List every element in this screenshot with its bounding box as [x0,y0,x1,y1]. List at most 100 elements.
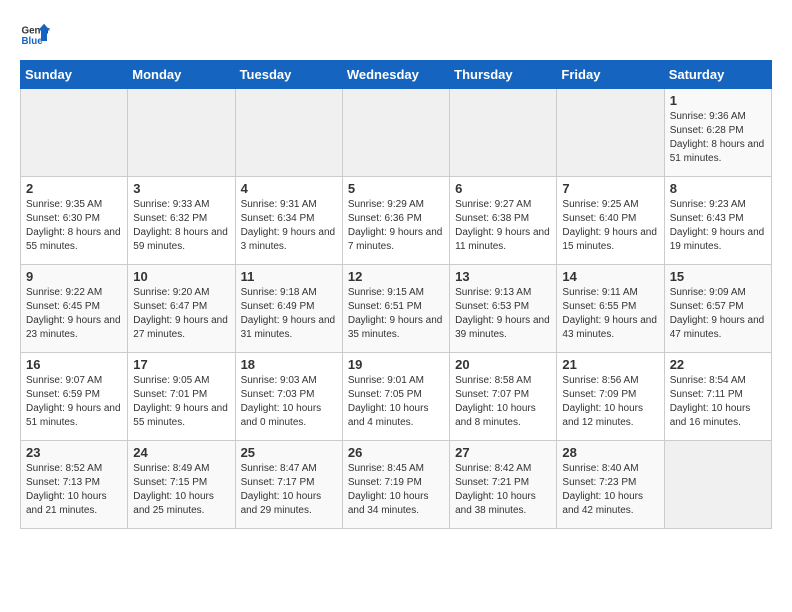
day-info: Sunrise: 9:22 AMSunset: 6:45 PMDaylight:… [26,286,122,342]
day-number: 28 [562,445,658,460]
day-number: 21 [562,357,658,372]
calendar-cell: 23Sunrise: 8:52 AMSunset: 7:13 PMDayligh… [21,441,128,529]
day-info: Sunrise: 8:49 AMSunset: 7:15 PMDaylight:… [133,462,229,518]
calendar-cell: 11 Sunrise: 9:18 AMSunset: 6:49 PMDayligh… [235,265,342,353]
weekday-header-wednesday: Wednesday [342,61,449,89]
day-number: 5 [348,181,444,196]
day-number: 15 [670,269,766,284]
calendar-cell: 8 Sunrise: 9:23 AMSunset: 6:43 PMDaylight… [664,177,771,265]
day-number: 19 [348,357,444,372]
day-info: Sunrise: 9:09 AMSunset: 6:57 PMDaylight:… [670,286,766,342]
calendar-cell: 18 Sunrise: 9:03 AMSunset: 7:03 PMDayligh… [235,353,342,441]
week-row-2: 2 Sunrise: 9:35 AMSunset: 6:30 PMDaylight… [21,177,772,265]
calendar-cell [557,89,664,177]
calendar-cell: 7 Sunrise: 9:25 AMSunset: 6:40 PMDaylight… [557,177,664,265]
calendar-cell: 4 Sunrise: 9:31 AMSunset: 6:34 PMDaylight… [235,177,342,265]
page-header: General Blue [20,20,772,50]
day-number: 3 [133,181,229,196]
day-info: Sunrise: 9:27 AMSunset: 6:38 PMDaylight:… [455,198,551,254]
calendar-cell: 5 Sunrise: 9:29 AMSunset: 6:36 PMDaylight… [342,177,449,265]
day-info: Sunrise: 9:20 AMSunset: 6:47 PMDaylight:… [133,286,229,342]
day-number: 1 [670,93,766,108]
calendar-cell: 10 Sunrise: 9:20 AMSunset: 6:47 PMDayligh… [128,265,235,353]
calendar-cell: 19 Sunrise: 9:01 AMSunset: 7:05 PMDayligh… [342,353,449,441]
week-row-4: 16 Sunrise: 9:07 AMSunset: 6:59 PMDayligh… [21,353,772,441]
calendar-cell: 28 Sunrise: 8:40 AMSunset: 7:23 PMDayligh… [557,441,664,529]
calendar-cell: 15 Sunrise: 9:09 AMSunset: 6:57 PMDayligh… [664,265,771,353]
calendar-cell: 24 Sunrise: 8:49 AMSunset: 7:15 PMDayligh… [128,441,235,529]
weekday-header-row: SundayMondayTuesdayWednesdayThursdayFrid… [21,61,772,89]
day-info: Sunrise: 9:11 AMSunset: 6:55 PMDaylight:… [562,286,658,342]
svg-text:Blue: Blue [22,36,44,47]
day-number: 22 [670,357,766,372]
weekday-header-sunday: Sunday [21,61,128,89]
day-info: Sunrise: 9:13 AMSunset: 6:53 PMDaylight:… [455,286,551,342]
week-row-3: 9 Sunrise: 9:22 AMSunset: 6:45 PMDaylight… [21,265,772,353]
day-number: 2 [26,181,122,196]
calendar-cell: 20 Sunrise: 8:58 AMSunset: 7:07 PMDayligh… [450,353,557,441]
calendar-cell: 6 Sunrise: 9:27 AMSunset: 6:38 PMDaylight… [450,177,557,265]
calendar-cell: 3 Sunrise: 9:33 AMSunset: 6:32 PMDaylight… [128,177,235,265]
day-info: Sunrise: 8:45 AMSunset: 7:19 PMDaylight:… [348,462,444,518]
day-number: 25 [241,445,337,460]
week-row-5: 23Sunrise: 8:52 AMSunset: 7:13 PMDayligh… [21,441,772,529]
week-row-1: 1 Sunrise: 9:36 AMSunset: 6:28 PMDaylight… [21,89,772,177]
day-number: 8 [670,181,766,196]
day-info: Sunrise: 9:15 AMSunset: 6:51 PMDaylight:… [348,286,444,342]
calendar-cell: 1 Sunrise: 9:36 AMSunset: 6:28 PMDaylight… [664,89,771,177]
calendar-cell: 21 Sunrise: 8:56 AMSunset: 7:09 PMDayligh… [557,353,664,441]
calendar-cell: 12 Sunrise: 9:15 AMSunset: 6:51 PMDayligh… [342,265,449,353]
calendar-cell: 27 Sunrise: 8:42 AMSunset: 7:21 PMDayligh… [450,441,557,529]
weekday-header-friday: Friday [557,61,664,89]
calendar-cell [450,89,557,177]
day-number: 18 [241,357,337,372]
day-number: 11 [241,269,337,284]
day-info: Sunrise: 9:36 AMSunset: 6:28 PMDaylight:… [670,110,766,166]
day-info: Sunrise: 9:03 AMSunset: 7:03 PMDaylight:… [241,374,337,430]
calendar-cell: 17Sunrise: 9:05 AMSunset: 7:01 PMDayligh… [128,353,235,441]
day-info: Sunrise: 9:07 AMSunset: 6:59 PMDaylight:… [26,374,122,430]
weekday-header-saturday: Saturday [664,61,771,89]
day-number: 24 [133,445,229,460]
calendar-cell [342,89,449,177]
day-info: Sunrise: 8:40 AMSunset: 7:23 PMDaylight:… [562,462,658,518]
calendar-cell: 25Sunrise: 8:47 AMSunset: 7:17 PMDayligh… [235,441,342,529]
weekday-header-thursday: Thursday [450,61,557,89]
day-number: 20 [455,357,551,372]
day-info: Sunrise: 8:56 AMSunset: 7:09 PMDaylight:… [562,374,658,430]
day-info: Sunrise: 9:18 AMSunset: 6:49 PMDaylight:… [241,286,337,342]
day-info: Sunrise: 9:29 AMSunset: 6:36 PMDaylight:… [348,198,444,254]
day-number: 13 [455,269,551,284]
day-info: Sunrise: 9:35 AMSunset: 6:30 PMDaylight:… [26,198,122,254]
calendar-cell [21,89,128,177]
day-number: 27 [455,445,551,460]
day-number: 17 [133,357,229,372]
calendar-cell: 13 Sunrise: 9:13 AMSunset: 6:53 PMDayligh… [450,265,557,353]
day-info: Sunrise: 9:31 AMSunset: 6:34 PMDaylight:… [241,198,337,254]
day-info: Sunrise: 9:23 AMSunset: 6:43 PMDaylight:… [670,198,766,254]
day-info: Sunrise: 9:33 AMSunset: 6:32 PMDaylight:… [133,198,229,254]
day-number: 16 [26,357,122,372]
calendar-cell: 26Sunrise: 8:45 AMSunset: 7:19 PMDayligh… [342,441,449,529]
calendar-cell [128,89,235,177]
logo-icon: General Blue [20,20,50,50]
logo: General Blue [20,20,50,50]
day-number: 14 [562,269,658,284]
day-number: 4 [241,181,337,196]
day-info: Sunrise: 9:01 AMSunset: 7:05 PMDaylight:… [348,374,444,430]
calendar-table: SundayMondayTuesdayWednesdayThursdayFrid… [20,60,772,529]
day-number: 9 [26,269,122,284]
day-number: 7 [562,181,658,196]
calendar-cell: 2 Sunrise: 9:35 AMSunset: 6:30 PMDaylight… [21,177,128,265]
day-info: Sunrise: 9:25 AMSunset: 6:40 PMDaylight:… [562,198,658,254]
calendar-cell: 9 Sunrise: 9:22 AMSunset: 6:45 PMDaylight… [21,265,128,353]
day-info: Sunrise: 8:42 AMSunset: 7:21 PMDaylight:… [455,462,551,518]
day-info: Sunrise: 8:54 AMSunset: 7:11 PMDaylight:… [670,374,766,430]
day-number: 12 [348,269,444,284]
day-info: Sunrise: 8:58 AMSunset: 7:07 PMDaylight:… [455,374,551,430]
day-number: 10 [133,269,229,284]
calendar-cell [235,89,342,177]
day-number: 23 [26,445,122,460]
day-number: 6 [455,181,551,196]
weekday-header-monday: Monday [128,61,235,89]
